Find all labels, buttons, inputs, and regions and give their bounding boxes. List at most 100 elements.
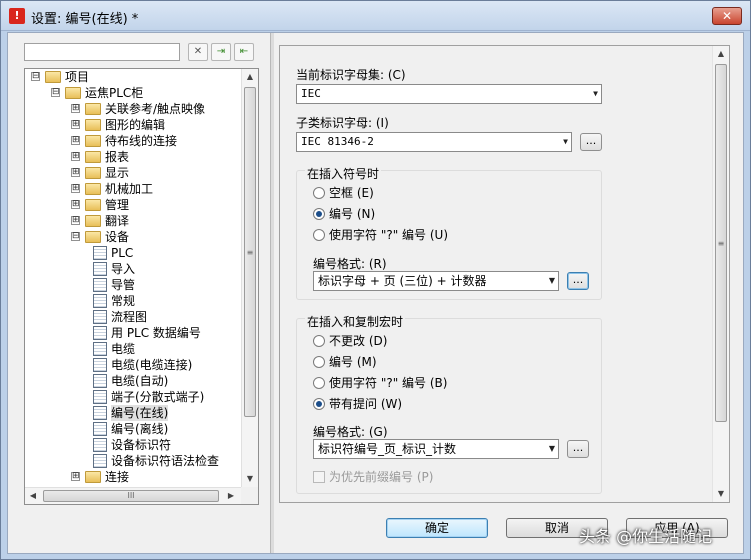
scroll-up-icon[interactable]: ▲ [242,69,258,85]
expand-node-icon[interactable]: ⊞ [71,104,80,113]
macro-format-browse-button[interactable]: ... [567,440,589,458]
tree-item[interactable]: 电缆 [25,341,241,357]
tree-item-label: 报表 [105,150,130,164]
title-bar[interactable]: ! 设置: 编号(在线) * ✕ [1,1,750,31]
tree-item[interactable]: ⊞ 翻译 [25,213,241,229]
tree-item-label: 编号(在线) [111,405,169,421]
tree-item[interactable]: 用 PLC 数据编号 [25,325,241,341]
tree-item[interactable]: 常规 [25,293,241,309]
scroll-corner [241,487,258,504]
close-button[interactable]: ✕ [712,7,742,25]
tree-item-label: 导入 [111,262,136,276]
scroll-left-icon[interactable]: ◀ [25,488,41,504]
tree-horizontal-scrollbar[interactable]: ◀ III ▶ [25,487,241,504]
tree-item-label: 图形的编辑 [105,118,166,132]
radio-button[interactable] [313,356,325,368]
ok-button[interactable]: 确定 [386,518,488,538]
symbol-format-select[interactable]: 标识字母 + 页 (三位) + 计数器 ▼ [313,271,559,291]
folder-icon [85,151,101,163]
expand-node-icon[interactable]: ⊞ [71,216,80,225]
symbol-format-label: 编号格式: (R) [313,257,387,271]
scroll-thumb-horizontal[interactable]: III [43,490,219,502]
settings-page-icon [93,374,107,388]
expand-node-icon[interactable]: ⊞ [71,200,80,209]
checkbox-box[interactable] [313,471,325,483]
settings-tree[interactable]: ⊞ 连接 设备标识符语法检查 设备标识符 编号(离线) 编号(在线) 端子(分散式端子) 电缆… [24,68,259,505]
expand-node-icon[interactable]: ⊞ [71,120,80,129]
scroll-right-icon[interactable]: ▶ [223,488,239,504]
radio-button[interactable] [313,208,325,220]
folder-icon [85,183,101,195]
folder-icon [85,135,101,147]
tree-item[interactable]: ⊞ 显示 [25,165,241,181]
scroll-down-icon[interactable]: ▼ [713,486,729,502]
tree-item-label: 翻译 [105,214,130,228]
tree-item[interactable]: 流程图 [25,309,241,325]
tree-item-label: 编号(离线) [111,422,169,436]
tree-item[interactable]: ⊞ 连接 [25,469,241,485]
tree-item[interactable]: ⊞ 报表 [25,149,241,165]
radio-button[interactable] [313,229,325,241]
clear-filter-button[interactable]: ✕ [188,43,208,61]
collapse-node-icon[interactable]: ⊟ [51,88,60,97]
tree-item-label: 管理 [105,198,130,212]
watermark-text: 头条 @你生活随记 [579,527,713,546]
tree-item[interactable]: ⊞ 待布线的连接 [25,133,241,149]
tree-item[interactable]: 端子(分散式端子) [25,389,241,405]
tree-item[interactable]: 电缆(自动) [25,373,241,389]
tree-item[interactable]: ⊞ 关联参考/触点映像 [25,101,241,117]
tree-item[interactable]: 设备标识符语法检查 [25,453,241,469]
folder-icon [85,167,101,179]
tree-item[interactable]: ⊟ 设备 [25,229,241,245]
scroll-thumb[interactable]: ≡ [715,64,727,422]
tree-item[interactable]: ⊟ 项目 [25,69,241,85]
tree-item[interactable]: ⊞ 图形的编辑 [25,117,241,133]
collapse-node-icon[interactable]: ⊟ [31,72,40,81]
radio-label: 编号 (N) [329,207,376,221]
alphabet-select[interactable]: IEC ▼ [296,84,602,104]
radio-button[interactable] [313,187,325,199]
scroll-down-icon[interactable]: ▼ [242,471,258,487]
radio-label: 使用字符 "?" 编号 (B) [329,376,448,390]
tree-item[interactable]: 设备标识符 [25,437,241,453]
tree-item[interactable]: 导入 [25,261,241,277]
tree-item[interactable]: ⊞ 管理 [25,197,241,213]
tree-vertical-scrollbar[interactable]: ▲ ≡ ▼ [241,69,258,487]
tree-item[interactable]: 电缆(电缆连接) [25,357,241,373]
folder-icon [85,119,101,131]
expand-node-icon[interactable]: ⊞ [71,184,80,193]
scroll-thumb[interactable]: ≡ [244,87,256,417]
settings-page-icon [93,358,107,372]
tree-item[interactable]: ⊟ 运焦PLC柜 [25,85,241,101]
tree-item[interactable]: ⊞ 机械加工 [25,181,241,197]
chevron-down-icon: ▼ [548,276,555,285]
search-input[interactable] [24,43,180,61]
chevron-down-icon: ▼ [593,89,598,98]
tree-item[interactable]: PLC [25,245,241,261]
radio-button[interactable] [313,398,325,410]
macro-format-select[interactable]: 标识符编号_页_标识_计数 ▼ [313,439,559,459]
subclass-browse-button[interactable]: ... [580,133,602,151]
scroll-up-icon[interactable]: ▲ [713,46,729,62]
collapse-icon[interactable]: ⇤ [234,43,254,61]
settings-page-icon [93,342,107,356]
tree-item[interactable]: 编号(离线) [25,421,241,437]
expand-node-icon[interactable]: ⊞ [71,136,80,145]
settings-page-icon [93,454,107,468]
radio-button[interactable] [313,335,325,347]
radio-button[interactable] [313,377,325,389]
tree-item-label: 用 PLC 数据编号 [111,326,201,340]
radio-label: 空框 (E) [329,186,374,200]
tree-item[interactable]: 编号(在线) [25,405,241,421]
subclass-select[interactable]: IEC 81346-2 ▼ [296,132,572,152]
tree-item-label: 运焦PLC柜 [85,86,144,100]
content-vertical-scrollbar[interactable]: ▲ ≡ ▼ [712,46,729,502]
expand-node-icon[interactable]: ⊞ [71,152,80,161]
tree-item[interactable]: 导管 [25,277,241,293]
expand-node-icon[interactable]: ⊞ [71,472,80,481]
collapse-node-icon[interactable]: ⊟ [71,232,80,241]
expand-node-icon[interactable]: ⊞ [71,168,80,177]
expand-icon[interactable]: ⇥ [211,43,231,61]
symbol-format-browse-button[interactable]: ... [567,272,589,290]
panel-splitter[interactable] [270,33,274,553]
